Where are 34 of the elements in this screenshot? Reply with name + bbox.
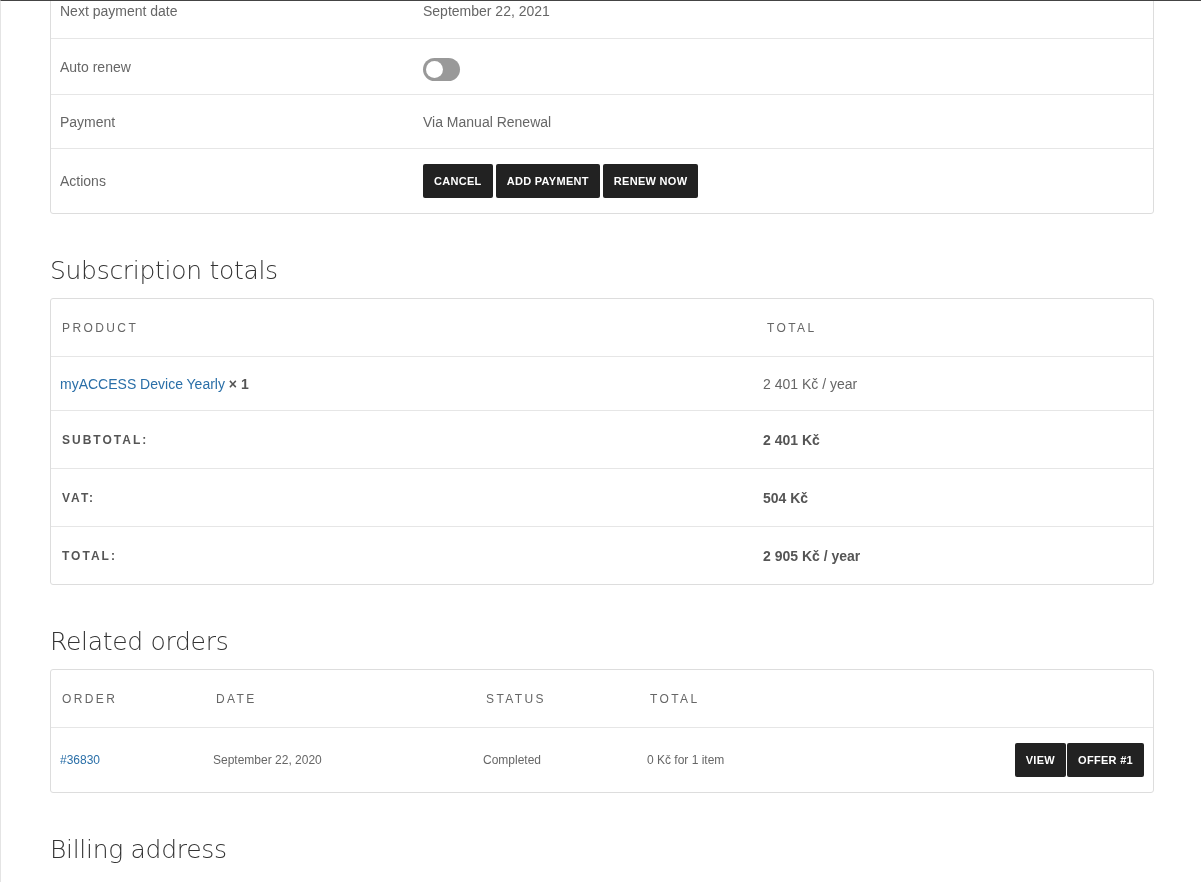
section-heading: Billing address — [50, 835, 227, 864]
toggle-switch[interactable] — [423, 57, 460, 81]
detail-label: Next payment date — [60, 2, 179, 19]
table-cell-text: 0 Kč for 1 item — [647, 753, 726, 767]
detail-label: Payment — [60, 113, 117, 130]
column-header: STATUS — [486, 691, 547, 706]
totals-value: 2 905 Kč / year — [763, 547, 862, 564]
action-button[interactable]: RENEW NOW — [602, 164, 699, 198]
action-button[interactable]: CANCEL — [423, 164, 493, 198]
column-header: ORDER — [62, 691, 119, 706]
product-link[interactable]: myACCESS Device Yearly — [60, 375, 225, 392]
totals-label: TOTAL: — [61, 548, 118, 563]
product-total: 2 401 Kč / year — [763, 375, 859, 392]
totals-label: VAT: — [61, 490, 96, 505]
detail-label: Actions — [60, 173, 107, 189]
quantity-text: × 1 — [228, 375, 249, 392]
order-button[interactable]: VIEW — [1014, 743, 1067, 777]
column-header: TOTAL — [650, 691, 701, 706]
totals-label: SUBTOTAL: — [61, 432, 150, 447]
action-button[interactable]: ADD PAYMENT — [495, 164, 600, 198]
order-link[interactable]: #36830 — [60, 753, 101, 767]
table-cell-text: Completed — [483, 753, 543, 767]
section-heading: Related orders — [50, 627, 229, 656]
column-header: TOTAL — [766, 320, 818, 335]
totals-value: 2 401 Kč — [763, 431, 821, 448]
column-header: PRODUCT — [61, 320, 140, 335]
detail-value: Via Manual Renewal — [423, 113, 553, 130]
detail-label: Auto renew — [60, 58, 132, 75]
totals-value: 504 Kč — [763, 489, 810, 506]
section-heading: Subscription totals — [50, 256, 278, 285]
order-button[interactable]: OFFER #1 — [1067, 743, 1144, 777]
detail-value: September 22, 2021 — [423, 2, 551, 19]
column-header: DATE — [216, 691, 258, 706]
table-cell-text: September 22, 2020 — [213, 753, 323, 767]
